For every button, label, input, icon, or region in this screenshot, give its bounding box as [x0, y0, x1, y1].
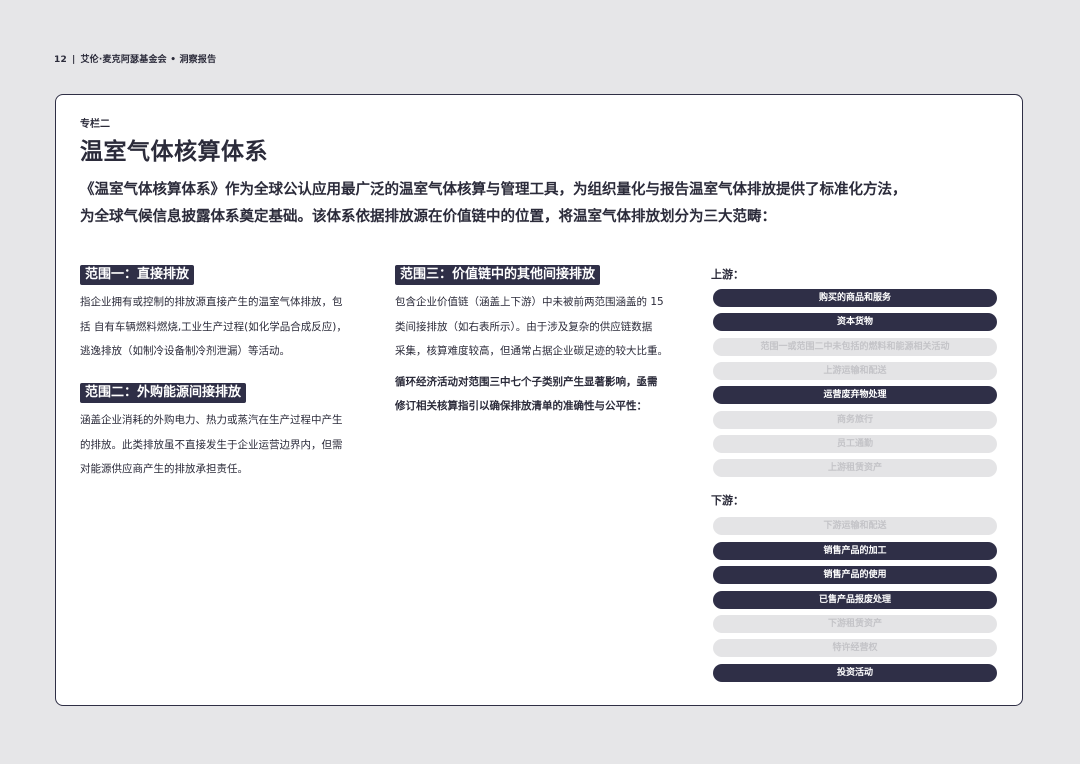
text-line: 修订相关核算指引以确保排放清单的准确性与公平性： — [395, 400, 647, 412]
downstream-item: 已售产品报废处理 — [713, 591, 997, 609]
upstream-item: 运营废弃物处理 — [713, 386, 997, 404]
downstream-item: 特许经营权 — [713, 639, 997, 657]
text-line: 括 自有车辆燃料燃烧,工业生产过程(如化学品合成反应)， — [80, 320, 347, 333]
info-box: 专栏二 温室气体核算体系 《温室气体核算体系》作为全球公认应用最广泛的温室气体核… — [55, 94, 1023, 706]
text-line: 对能源供应商产生的排放承担责任。 — [80, 463, 248, 475]
downstream-label: 下游： — [711, 494, 744, 507]
scope2-section: 范围二：外购能源间接排放 涵盖企业消耗的外购电力、热力或蒸汽在生产过程中产生 的… — [80, 381, 380, 482]
downstream-item: 下游运输和配送 — [713, 517, 997, 535]
intro-line: 为全球气候信息披露体系奠定基础。该体系依据排放源在价值链中的位置，将温室气体排放… — [80, 209, 776, 225]
upstream-item: 商务旅行 — [713, 411, 997, 429]
text-line: 循环经济活动对范围三中七个子类别产生显著影响，亟需 — [395, 375, 658, 388]
scope1-text: 指企业拥有或控制的排放源直接产生的温室气体排放，包 括 自有车辆燃料燃烧,工业生… — [80, 290, 380, 364]
text-line: 逃逸排放（如制冷设备制冷剂泄漏）等活动。 — [80, 345, 290, 357]
scope3-text: 包含企业价值链（涵盖上下游）中未被前两范围涵盖的 15 类间接排放（如右表所示）… — [395, 290, 695, 364]
downstream-item: 投资活动 — [713, 664, 997, 682]
scope3-section: 范围三：价值链中的其他间接排放 包含企业价值链（涵盖上下游）中未被前两范围涵盖的… — [395, 263, 695, 419]
page-header: 12 | 艾伦·麦克阿瑟基金会 • 洞察报告 — [54, 52, 216, 65]
upstream-item: 购买的商品和服务 — [713, 289, 997, 307]
scope2-text: 涵盖企业消耗的外购电力、热力或蒸汽在生产过程中产生 的排放。此类排放虽不直接发生… — [80, 408, 380, 482]
downstream-item: 下游租赁资产 — [713, 615, 997, 633]
text-line: 指企业拥有或控制的排放源直接产生的温室气体排放，包 — [80, 296, 343, 308]
text-line: 涵盖企业消耗的外购电力、热力或蒸汽在生产过程中产生 — [80, 414, 343, 426]
text-line: 类间接排放（如右表所示）。由于涉及复杂的供应链数据 — [395, 320, 653, 333]
box-title: 温室气体核算体系 — [80, 139, 268, 165]
text-line: 的排放。此类排放虽不直接发生于企业运营边界内，但需 — [80, 438, 343, 451]
intro-paragraph: 《温室气体核算体系》作为全球公认应用最广泛的温室气体核算与管理工具，为组织量化与… — [80, 177, 980, 231]
downstream-item: 销售产品的加工 — [713, 542, 997, 560]
box-kicker: 专栏二 — [80, 119, 110, 130]
downstream-item: 销售产品的使用 — [713, 566, 997, 584]
page-number: 12 — [54, 55, 67, 65]
upstream-item: 范围一或范围二中未包括的燃料和能源相关活动 — [713, 338, 997, 356]
intro-line: 《温室气体核算体系》作为全球公认应用最广泛的温室气体核算与管理工具，为组织量化与… — [80, 182, 907, 198]
upstream-label: 上游： — [711, 268, 744, 281]
upstream-item: 上游租赁资产 — [713, 459, 997, 477]
text-line: 采集，核算难度较高，但通常占据企业碳足迹的较大比重。 — [395, 345, 668, 357]
upstream-item: 资本货物 — [713, 313, 997, 331]
upstream-item: 员工通勤 — [713, 435, 997, 453]
header-separator: | — [71, 55, 76, 65]
scope3-note: 循环经济活动对范围三中七个子类别产生显著影响，亟需 修订相关核算指引以确保排放清… — [395, 370, 695, 419]
publisher-name: 艾伦·麦克阿瑟基金会 • 洞察报告 — [80, 55, 217, 65]
scope1-section: 范围一：直接排放 指企业拥有或控制的排放源直接产生的温室气体排放，包 括 自有车… — [80, 263, 380, 364]
scope2-heading: 范围二：外购能源间接排放 — [80, 383, 247, 403]
text-line: 包含企业价值链（涵盖上下游）中未被前两范围涵盖的 15 — [395, 296, 664, 308]
scope3-heading: 范围三：价值链中的其他间接排放 — [395, 265, 601, 285]
upstream-item: 上游运输和配送 — [713, 362, 997, 380]
scope1-heading: 范围一：直接排放 — [80, 265, 195, 285]
